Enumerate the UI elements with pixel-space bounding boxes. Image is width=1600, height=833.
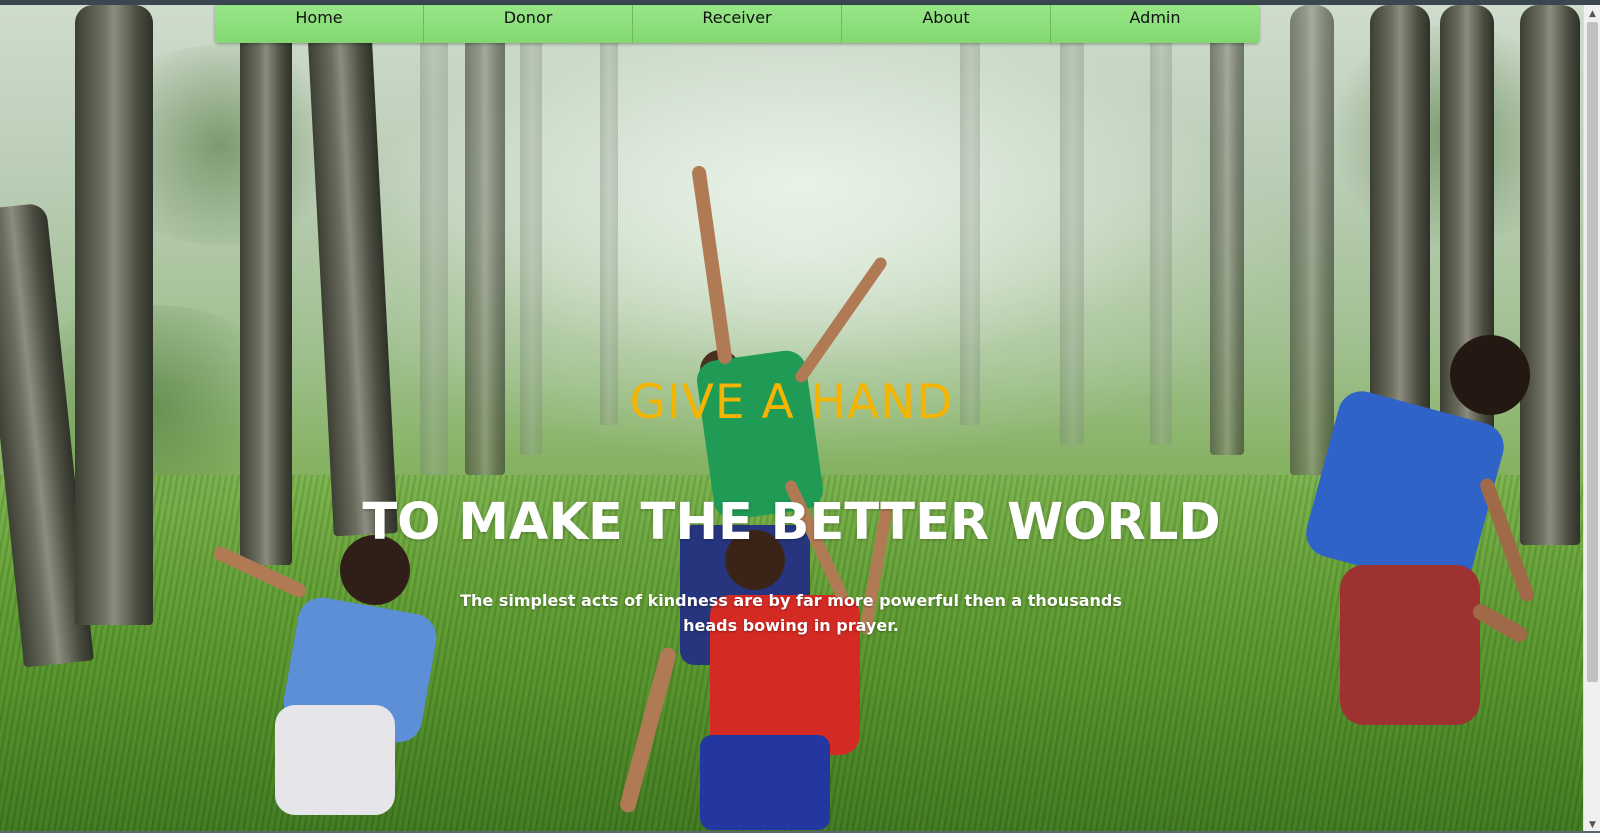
- tree: [600, 5, 618, 425]
- nav-about[interactable]: About: [842, 5, 1051, 43]
- hero-tagline: The simplest acts of kindness are by far…: [460, 591, 1122, 635]
- nav-home[interactable]: Home: [215, 5, 424, 43]
- browser-viewport: Home Donor Receiver About Admin GIVE A H…: [0, 0, 1600, 833]
- tree: [1520, 5, 1580, 545]
- tree: [960, 5, 980, 425]
- nav-admin[interactable]: Admin: [1051, 5, 1259, 43]
- vertical-scrollbar[interactable]: ▲ ▼: [1583, 5, 1600, 833]
- nav-receiver[interactable]: Receiver: [633, 5, 842, 43]
- scrollbar-thumb[interactable]: [1587, 22, 1598, 682]
- scroll-up-arrow-icon[interactable]: ▲: [1584, 5, 1600, 22]
- hero-title: GIVE A HAND: [629, 375, 954, 430]
- nav-donor[interactable]: Donor: [424, 5, 633, 43]
- hero-heading: TO MAKE THE BETTER WORLD: [362, 493, 1221, 552]
- tree: [240, 5, 292, 565]
- main-navbar: Home Donor Receiver About Admin: [215, 5, 1259, 43]
